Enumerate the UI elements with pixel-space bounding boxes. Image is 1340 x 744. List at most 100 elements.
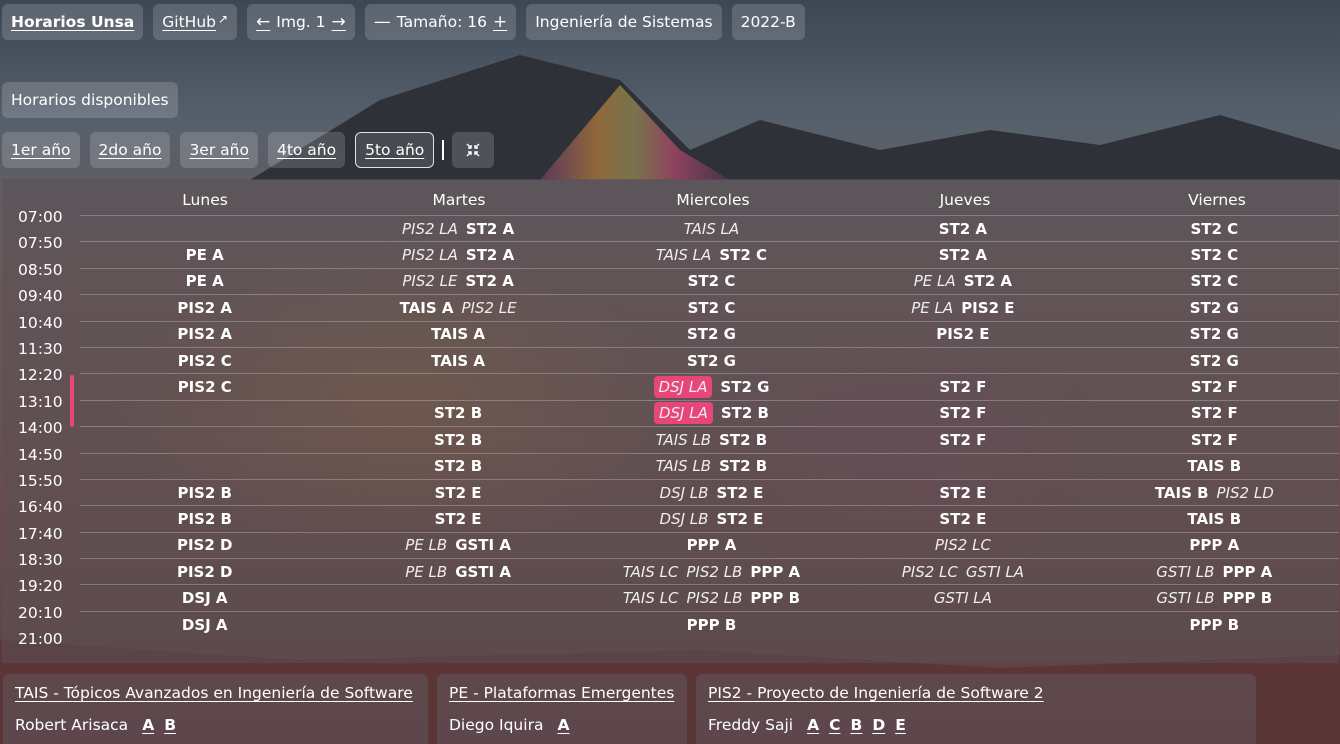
class-entry[interactable]: PE A [186,246,224,264]
class-entry[interactable]: ST2 E [939,484,986,502]
class-entry[interactable]: DSJ A [182,616,228,634]
collapse-button[interactable] [452,132,495,168]
class-entry[interactable]: ST2 F [939,378,986,396]
class-entry[interactable]: ST2 C [719,246,767,264]
class-entry[interactable]: PPP A [1189,536,1239,554]
class-entry[interactable]: ST2 G [687,352,736,370]
minus-icon[interactable]: — [374,12,391,32]
class-entry[interactable]: ST2 B [434,404,482,422]
semester-select[interactable]: 2022-B [731,4,805,40]
class-entry[interactable]: PIS2 D [177,536,233,554]
class-entry[interactable]: DSJ A [182,589,228,607]
group-link[interactable]: A [142,716,154,734]
class-entry[interactable]: PIS2 A [177,299,232,317]
class-entry[interactable]: ST2 B [719,431,767,449]
class-entry[interactable]: PIS2 LE [461,299,516,317]
class-entry[interactable]: PPP B [687,616,737,634]
available-schedules-button[interactable]: Horarios disponibles [2,82,178,118]
class-entry[interactable]: PPP B [750,589,800,607]
class-entry[interactable]: TAIS A [400,299,454,317]
class-entry[interactable]: TAIS LB [656,431,711,449]
class-entry[interactable]: TAIS LC [623,589,679,607]
class-entry[interactable]: PIS2 LB [686,589,742,607]
class-entry[interactable]: ST2 A [466,246,514,264]
course-title[interactable]: TAIS - Tópicos Avanzados en Ingeniería d… [15,684,416,702]
class-entry[interactable]: PIS2 E [961,299,1014,317]
class-entry[interactable]: TAIS B [1187,457,1241,475]
class-entry[interactable]: ST2 A [466,272,514,290]
class-entry[interactable]: ST2 G [720,378,769,396]
class-entry[interactable]: PIS2 E [936,325,989,343]
class-entry[interactable]: ST2 C [1190,246,1238,264]
course-title[interactable]: PE - Plataformas Emergentes [449,684,675,702]
app-title-button[interactable]: Horarios Unsa [2,4,144,40]
class-entry[interactable]: ST2 E [716,510,763,528]
class-entry[interactable]: PPP B [1223,589,1273,607]
github-link[interactable]: GitHub ↗ [153,4,238,40]
class-entry[interactable]: PIS2 LA [402,246,458,264]
class-entry[interactable]: GSTI LB [1156,563,1214,581]
class-entry[interactable]: ST2 C [1190,272,1238,290]
class-entry[interactable]: TAIS LC [623,563,679,581]
class-entry[interactable]: GSTI LA [966,563,1024,581]
class-entry[interactable]: TAIS A [431,325,485,343]
group-link[interactable]: B [850,716,862,734]
year-tab-2[interactable]: 2do año [89,132,171,168]
group-link[interactable]: A [807,716,819,734]
class-entry[interactable]: PIS2 LB [686,563,742,581]
class-entry[interactable]: ST2 E [435,510,482,528]
class-entry[interactable]: ST2 A [466,220,514,238]
class-entry[interactable]: TAIS A [431,352,485,370]
plus-icon[interactable]: + [493,12,507,32]
arrow-left-icon[interactable]: ← [256,12,270,32]
class-entry[interactable]: ST2 F [1191,431,1238,449]
class-entry[interactable]: GSTI LB [1156,589,1214,607]
class-entry[interactable]: ST2 B [434,431,482,449]
class-entry[interactable]: ST2 G [1190,325,1239,343]
class-entry[interactable]: PE LB [405,563,447,581]
class-entry[interactable]: PIS2 C [178,378,232,396]
class-entry[interactable]: TAIS B [1187,510,1241,528]
class-entry[interactable]: PIS2 B [177,484,231,502]
class-entry[interactable]: ST2 E [435,484,482,502]
class-entry[interactable]: ST2 G [1190,352,1239,370]
class-entry[interactable]: PIS2 LC [935,536,991,554]
class-entry[interactable]: ST2 F [939,431,986,449]
class-entry[interactable]: ST2 C [1190,220,1238,238]
class-entry[interactable]: ST2 G [687,325,736,343]
year-tab-1[interactable]: 1er año [2,132,80,168]
class-entry[interactable]: PE LB [405,536,447,554]
class-entry[interactable]: GSTI A [455,563,511,581]
class-entry[interactable]: PE LA [911,299,953,317]
class-entry[interactable]: PIS2 A [177,325,232,343]
class-entry[interactable]: ST2 E [716,484,763,502]
class-entry[interactable]: ST2 G [1190,299,1239,317]
group-link[interactable]: E [895,716,906,734]
class-entry[interactable]: ST2 F [1191,404,1238,422]
class-entry[interactable]: PIS2 B [177,510,231,528]
class-entry[interactable]: TAIS LA [684,220,739,238]
group-link[interactable]: B [164,716,176,734]
year-tab-4[interactable]: 4to año [267,132,346,168]
highlighted-class-entry[interactable]: DSJ LA [653,376,713,399]
year-tab-3[interactable]: 3er año [180,132,258,168]
class-entry[interactable]: PIS2 C [178,352,232,370]
class-entry[interactable]: GSTI A [455,536,511,554]
year-tab-5[interactable]: 5to año [355,132,435,168]
class-entry[interactable]: ST2 A [964,272,1012,290]
class-entry[interactable]: PPP B [1189,616,1239,634]
class-entry[interactable]: PIS2 LA [402,220,458,238]
group-link[interactable]: A [557,716,569,734]
highlighted-class-entry[interactable]: DSJ LA [653,402,713,425]
class-entry[interactable]: TAIS LB [656,457,711,475]
class-entry[interactable]: PIS2 LC [902,563,958,581]
class-entry[interactable]: PIS2 D [177,563,233,581]
group-link[interactable]: C [829,716,840,734]
class-entry[interactable]: PE A [186,272,224,290]
class-entry[interactable]: TAIS B [1155,484,1209,502]
class-entry[interactable]: PIS2 LD [1217,484,1274,502]
class-entry[interactable]: ST2 B [721,404,769,422]
class-entry[interactable]: ST2 A [939,246,987,264]
class-entry[interactable]: ST2 B [719,457,767,475]
class-entry[interactable]: ST2 C [688,299,736,317]
